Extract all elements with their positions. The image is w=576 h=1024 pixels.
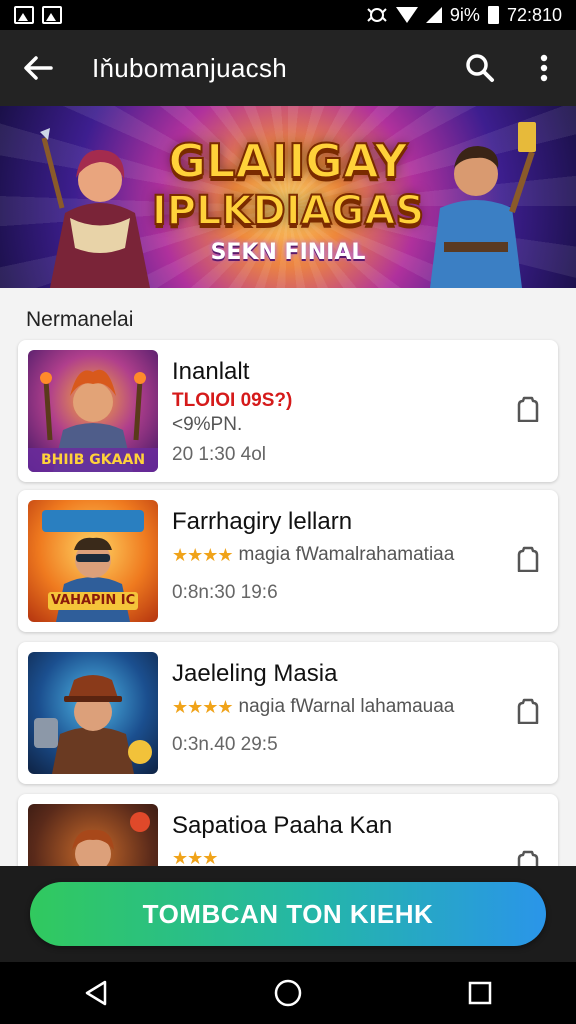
- rating-stars: ★★★: [172, 848, 218, 866]
- signal-icon: [425, 7, 442, 23]
- list-item[interactable]: BHIIB GKAAN Inanlalt TLOIOI 09S?) <9%PN.…: [18, 340, 558, 482]
- item-meta: nagia fWarnal lahamauaa: [238, 696, 455, 717]
- vibrate-icon: [367, 8, 387, 22]
- image-icon: [42, 6, 62, 24]
- circle-home-icon: [274, 979, 302, 1007]
- status-left: [14, 6, 62, 24]
- banner-subtitle: SEKN FINIAL: [210, 240, 366, 265]
- thumbnail-character-illustration: [34, 675, 152, 774]
- nav-recents-button[interactable]: [450, 968, 510, 1018]
- app-title: Iňubomanjuacsh: [92, 52, 287, 83]
- item-rating-row: ★★★: [172, 848, 218, 866]
- item-promo: TLOIOI 09S?): [172, 390, 293, 411]
- primary-action-button[interactable]: TOMBCAN TON KIЕHK: [30, 882, 546, 946]
- nav-home-button[interactable]: [258, 968, 318, 1018]
- item-rating-row: ★★★★ magia fWamalrahamatiaa: [172, 544, 454, 566]
- bag-icon[interactable]: [516, 546, 540, 572]
- content-list: Nermanelai BHIIB GKAAN Inanlalt TLOIOI 0…: [0, 288, 576, 866]
- banner-title-line1: GLAIIGAY: [167, 133, 408, 189]
- item-title: Jaeleling Masia: [172, 660, 338, 687]
- item-promo-row: TLOIOI 09S?): [172, 390, 292, 412]
- clock: 72:810: [506, 4, 562, 25]
- bag-icon[interactable]: [516, 396, 540, 422]
- game-thumbnail: [28, 804, 158, 866]
- item-title: Inanlalt: [172, 358, 250, 385]
- status-right: 9i% 72:810: [366, 5, 562, 26]
- game-thumbnail: BHIIB GKAAN: [28, 350, 158, 472]
- bag-icon[interactable]: [516, 698, 540, 724]
- image-icon: [14, 6, 34, 24]
- thumbnail-caption: VAHAPIN IC: [50, 593, 136, 608]
- more-vert-icon: [540, 54, 548, 82]
- item-time: 0:3n.40 29:5: [172, 734, 278, 755]
- rating-stars: ★★★★: [172, 696, 234, 717]
- banner-title-line2: IPLKDIAGAS: [151, 187, 425, 235]
- section-label: Nermanelai: [26, 308, 134, 331]
- item-meta: <9%PN.: [172, 414, 243, 435]
- search-icon: [466, 54, 494, 82]
- cta-area: TOMBCAN TON KIЕHK: [0, 866, 576, 962]
- thumbnail-character-illustration: [72, 812, 150, 866]
- thumbnail-caption: BHIIB GKAAN: [40, 452, 146, 468]
- list-item[interactable]: VAHAPIN IC Farrhagiry lellarn ★★★★ magia…: [18, 490, 558, 632]
- game-thumbnail: [28, 652, 158, 774]
- list-item[interactable]: Jaeleling Masia ★★★★ nagia fWarnal laham…: [18, 642, 558, 784]
- status-bar: 9i% 72:810: [0, 0, 576, 30]
- arrow-left-icon: [24, 56, 53, 80]
- back-button[interactable]: [0, 30, 76, 106]
- item-time: 0:8n:30 19:6: [172, 582, 278, 603]
- item-time: 20 1:30 4ol: [172, 444, 267, 465]
- nav-back-button[interactable]: [66, 968, 126, 1018]
- overflow-menu-button[interactable]: [512, 30, 576, 106]
- bag-icon[interactable]: [516, 850, 540, 866]
- system-nav-bar: [0, 962, 576, 1024]
- list-item[interactable]: Sapatioa Paaha Kan ★★★: [18, 794, 558, 866]
- game-thumbnail: VAHAPIN IC: [28, 500, 158, 622]
- item-title: Sapatioa Paaha Kan: [172, 812, 393, 839]
- item-meta-row: <9%PN.: [172, 414, 242, 436]
- rating-stars: ★★★★: [172, 544, 234, 565]
- triangle-back-icon: [85, 980, 107, 1006]
- promo-banner[interactable]: GLAIIGAY IPLKDIAGAS SEKN FINIAL: [0, 106, 576, 288]
- item-meta: magia fWamalrahamatiaa: [238, 544, 455, 565]
- square-recents-icon: [468, 981, 492, 1005]
- wifi-icon: [395, 7, 418, 23]
- item-rating-row: ★★★★ nagia fWarnal lahamauaa: [172, 696, 454, 718]
- battery-percent: 9i%: [449, 4, 480, 25]
- search-button[interactable]: [448, 30, 512, 106]
- app-bar: Iňubomanjuacsh: [0, 30, 576, 106]
- battery-icon: [487, 6, 499, 24]
- item-title: Farrhagiry lellarn: [172, 508, 353, 535]
